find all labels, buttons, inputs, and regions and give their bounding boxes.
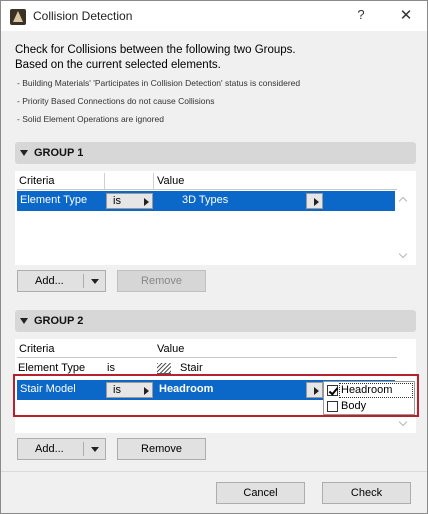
value-dropdown[interactable] [306,193,323,209]
intro-line-2: Based on the current selected elements. [15,59,221,71]
title-bar: Collision Detection ? ✕ [1,1,427,31]
column-header-value: Value [157,175,185,187]
intro-line-1: Check for Collisions between the followi… [15,44,296,56]
operator-cell: is [107,362,115,374]
group-2-add-button[interactable]: Add... [17,438,106,460]
criteria-cell: Element Type [18,362,86,374]
group-1-header[interactable]: GROUP 1 [15,142,416,164]
check-button[interactable]: Check [322,482,411,504]
value-cell: 3D Types [182,194,229,206]
table-row[interactable]: Element Type is 3D Types [17,191,395,211]
help-button[interactable]: ? [353,7,369,25]
group-2-remove-button[interactable]: Remove [117,438,206,460]
body-label: Body [341,400,367,412]
value-cell: Stair [180,362,203,374]
column-header-criteria: Criteria [19,175,55,187]
group-1-criteria-table: Criteria Value Element Type is 3D Types [15,171,416,265]
collapse-triangle-icon[interactable] [20,150,28,156]
group-1-remove-button[interactable]: Remove [117,270,206,292]
group-2-title: GROUP 2 [34,315,84,327]
window-title: Collision Detection [33,9,133,23]
collision-detection-dialog: Collision Detection ? ✕ Check for Collis… [0,0,428,514]
group-2-header[interactable]: GROUP 2 [15,310,416,332]
intro-text: Check for Collisions between the followi… [15,43,296,73]
headroom-checkbox[interactable] [327,385,338,396]
scroll-down-icon[interactable] [399,251,409,259]
criteria-cell: Element Type [20,194,88,206]
note-solid-operations: - Solid Element Operations are ignored [17,114,164,124]
scroll-down-icon[interactable] [399,419,409,427]
close-icon[interactable]: ✕ [397,6,415,26]
operator-dropdown[interactable]: is [106,193,153,209]
note-priority-connections: - Priority Based Connections do not caus… [17,96,215,106]
group-1-title: GROUP 1 [34,147,84,159]
group-1-add-button[interactable]: Add... [17,270,106,292]
stair-model-options-popup: Headroom Body [323,381,415,415]
chevron-down-icon[interactable] [91,279,99,284]
headroom-label: Headroom [341,384,393,396]
column-header-value: Value [157,343,185,355]
scroll-up-icon[interactable] [399,197,409,205]
chevron-right-icon [314,198,319,206]
chevron-right-icon [144,198,149,206]
cancel-button[interactable]: Cancel [216,482,305,504]
collapse-triangle-icon[interactable] [20,318,28,324]
column-header-criteria: Criteria [19,343,55,355]
body-checkbox[interactable] [327,401,338,412]
note-building-materials: - Building Materials' 'Participates in C… [17,78,301,88]
app-icon [10,9,26,25]
chevron-down-icon[interactable] [91,447,99,452]
